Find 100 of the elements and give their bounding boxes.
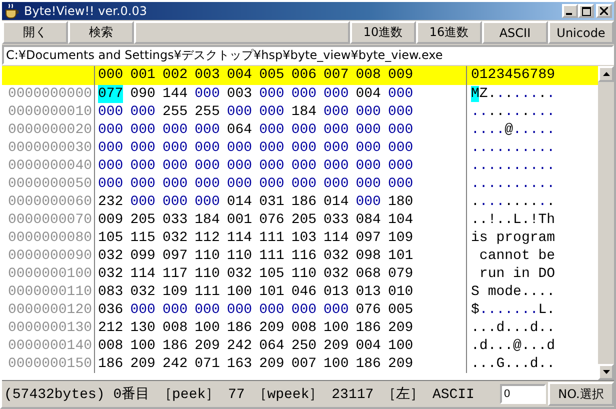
byte-cell[interactable]: 004 <box>356 85 381 103</box>
byte-cell[interactable]: 105 <box>98 229 124 247</box>
byte-cell[interactable]: 000 <box>98 121 124 139</box>
byte-cell[interactable]: 008 <box>291 319 317 337</box>
byte-cell[interactable]: 100 <box>324 319 349 337</box>
byte-cell[interactable]: 209 <box>130 355 156 373</box>
byte-cell[interactable]: 114 <box>226 229 252 247</box>
scroll-down-button[interactable] <box>598 364 614 380</box>
byte-cell[interactable]: 000 <box>259 103 284 121</box>
byte-cell[interactable]: 000 <box>259 301 284 319</box>
byte-cell[interactable]: 209 <box>388 319 414 337</box>
byte-cell[interactable]: 000 <box>162 301 188 319</box>
byte-cell[interactable]: 000 <box>388 85 414 103</box>
byte-cell[interactable]: 000 <box>226 301 252 319</box>
byte-cell[interactable]: 186 <box>356 319 381 337</box>
byte-cell[interactable]: 114 <box>130 265 156 283</box>
byte-cell[interactable]: 103 <box>291 229 317 247</box>
byte-cell[interactable]: 000 <box>259 139 284 157</box>
byte-cell[interactable]: 000 <box>194 175 220 193</box>
byte-cell[interactable]: 000 <box>194 193 220 211</box>
byte-cell[interactable]: 184 <box>291 103 317 121</box>
byte-cell[interactable]: 000 <box>259 157 284 175</box>
toolbar-button[interactable]: 10進数 <box>350 21 416 44</box>
byte-cell[interactable]: 111 <box>259 247 284 265</box>
byte-cell[interactable]: 000 <box>130 193 156 211</box>
byte-cell[interactable]: 000 <box>324 121 349 139</box>
byte-cell[interactable]: 000 <box>291 157 317 175</box>
byte-cell[interactable]: 079 <box>388 265 414 283</box>
byte-cell[interactable]: 000 <box>388 103 414 121</box>
byte-cell[interactable]: 000 <box>162 175 188 193</box>
byte-cell[interactable]: 099 <box>130 247 156 265</box>
byte-cell[interactable]: 205 <box>130 211 156 229</box>
byte-cell[interactable]: 033 <box>324 211 349 229</box>
byte-cell[interactable]: 000 <box>291 85 317 103</box>
byte-cell[interactable]: 084 <box>356 211 381 229</box>
byte-cell[interactable]: 109 <box>388 229 414 247</box>
byte-cell[interactable]: 014 <box>324 193 349 211</box>
byte-cell[interactable]: 000 <box>130 103 156 121</box>
toolbar-button[interactable]: 検索 <box>68 21 134 44</box>
toolbar-button[interactable]: 16進数 <box>416 21 482 44</box>
byte-cell[interactable]: 255 <box>162 103 188 121</box>
byte-cell[interactable]: 117 <box>162 265 188 283</box>
byte-cell[interactable]: 000 <box>162 157 188 175</box>
byte-cell[interactable]: 000 <box>356 193 381 211</box>
byte-cell[interactable]: 000 <box>98 175 124 193</box>
byte-cell[interactable]: 032 <box>324 247 349 265</box>
byte-cell[interactable]: 232 <box>98 193 124 211</box>
byte-cell[interactable]: 000 <box>226 139 252 157</box>
byte-cell[interactable]: 003 <box>226 85 252 103</box>
byte-cell[interactable]: 205 <box>291 211 317 229</box>
byte-cell[interactable]: 001 <box>226 211 252 229</box>
byte-cell[interactable]: 033 <box>162 211 188 229</box>
number-field[interactable]: 0 <box>500 384 546 404</box>
byte-cell[interactable]: 013 <box>356 283 381 301</box>
byte-cell[interactable]: 000 <box>162 121 188 139</box>
byte-cell[interactable]: 000 <box>194 301 220 319</box>
byte-cell[interactable]: 000 <box>130 157 156 175</box>
byte-cell[interactable]: 000 <box>259 85 284 103</box>
byte-cell[interactable]: 110 <box>291 265 317 283</box>
byte-cell[interactable]: 000 <box>388 157 414 175</box>
byte-cell[interactable]: 090 <box>130 85 156 103</box>
maximize-button[interactable] <box>578 4 594 18</box>
byte-cell[interactable]: 104 <box>388 211 414 229</box>
byte-cell[interactable]: 114 <box>324 229 349 247</box>
byte-cell[interactable]: 009 <box>98 211 124 229</box>
byte-cell[interactable]: 111 <box>259 229 284 247</box>
toolbar-button[interactable]: ASCII <box>482 21 548 44</box>
byte-cell[interactable]: 100 <box>324 355 349 373</box>
byte-cell[interactable]: 032 <box>130 283 156 301</box>
byte-cell[interactable]: 032 <box>162 229 188 247</box>
byte-cell[interactable]: 000 <box>226 175 252 193</box>
byte-cell[interactable]: 000 <box>324 301 349 319</box>
byte-cell[interactable]: 255 <box>194 103 220 121</box>
byte-cell[interactable]: 000 <box>356 103 381 121</box>
byte-cell[interactable]: 071 <box>194 355 220 373</box>
byte-cell[interactable]: 000 <box>324 103 349 121</box>
byte-cell[interactable]: 036 <box>98 301 124 319</box>
byte-cell[interactable]: 000 <box>98 157 124 175</box>
byte-cell[interactable]: 209 <box>259 319 284 337</box>
byte-cell[interactable]: 000 <box>388 175 414 193</box>
byte-cell[interactable]: 100 <box>194 319 220 337</box>
byte-cell[interactable]: 186 <box>356 355 381 373</box>
byte-cell[interactable]: 110 <box>194 247 220 265</box>
byte-cell[interactable]: 064 <box>259 337 284 355</box>
byte-cell[interactable]: 000 <box>324 85 349 103</box>
byte-cell[interactable]: 068 <box>356 265 381 283</box>
byte-cell[interactable]: 209 <box>194 337 220 355</box>
byte-cell[interactable]: 076 <box>259 211 284 229</box>
byte-cell[interactable]: 000 <box>98 103 124 121</box>
byte-cell[interactable]: 000 <box>130 301 156 319</box>
byte-cell[interactable]: 000 <box>324 157 349 175</box>
byte-cell[interactable]: 000 <box>356 175 381 193</box>
byte-cell[interactable]: 000 <box>324 175 349 193</box>
byte-cell[interactable]: 032 <box>98 247 124 265</box>
byte-cell[interactable]: 186 <box>226 319 252 337</box>
byte-cell[interactable]: 000 <box>291 121 317 139</box>
byte-cell[interactable]: 007 <box>291 355 317 373</box>
byte-cell[interactable]: 209 <box>388 355 414 373</box>
byte-cell[interactable]: 209 <box>259 355 284 373</box>
byte-cell[interactable]: 000 <box>291 175 317 193</box>
